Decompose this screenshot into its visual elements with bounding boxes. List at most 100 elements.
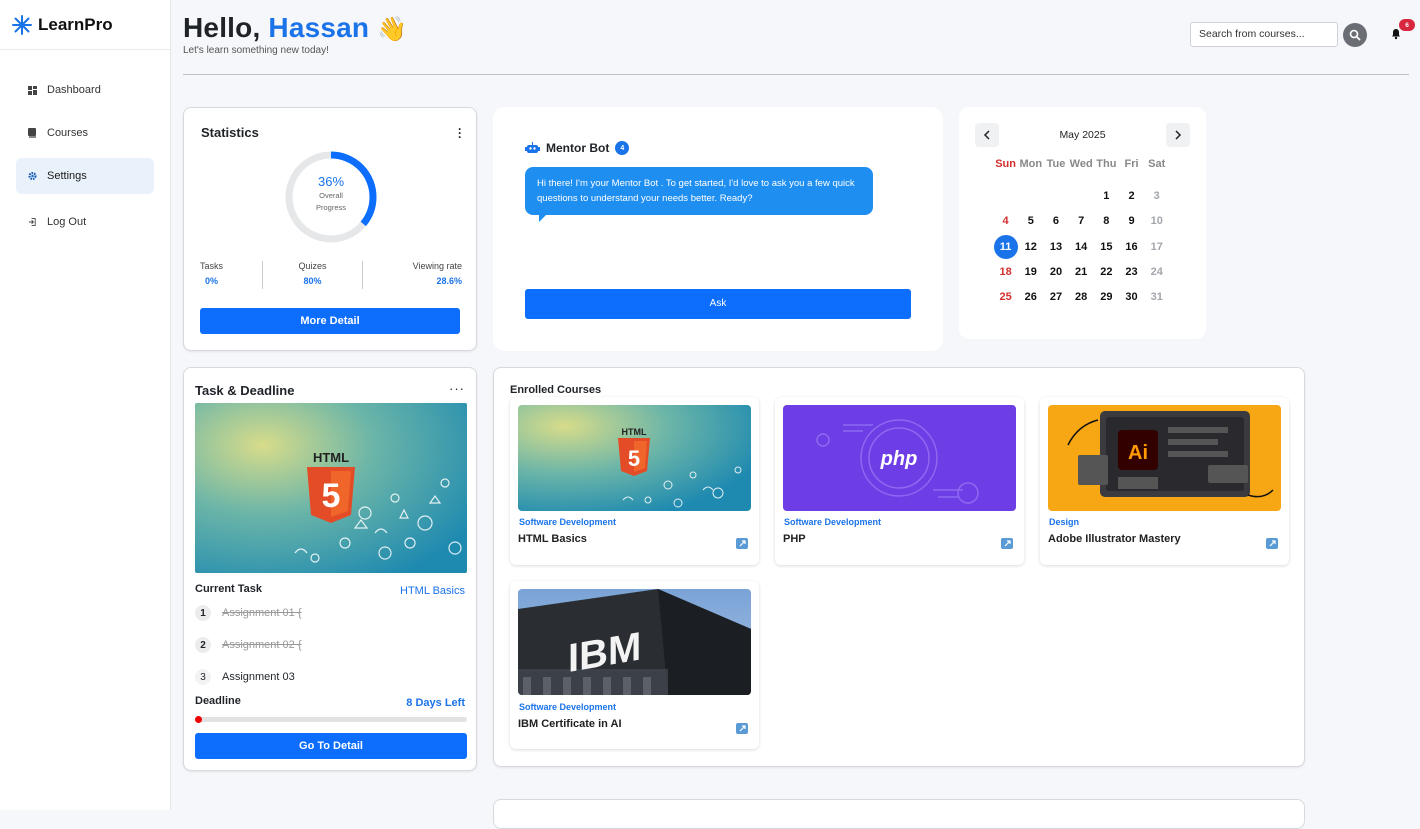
app-name: LearnPro xyxy=(38,14,113,34)
search-button[interactable] xyxy=(1343,23,1367,47)
calendar-day[interactable]: 23 xyxy=(1119,259,1144,284)
page-title: Hello, Hassan 👋 xyxy=(183,12,407,44)
course-card[interactable]: php Software Development PHP xyxy=(775,397,1024,565)
ask-button[interactable]: Ask xyxy=(525,289,911,319)
metric-value: 28.6% xyxy=(436,276,462,286)
calendar-day[interactable]: 24 xyxy=(1144,259,1169,284)
course-name: IBM Certificate in AI xyxy=(518,718,622,730)
svg-text:HTML: HTML xyxy=(313,450,349,465)
calendar-day[interactable]: 12 xyxy=(1018,234,1043,259)
calendar-card: May 2025 Sun Mon Tue Wed Thu Fri Sat 1 2 3 4 5 6 7 8 9 1… xyxy=(959,107,1206,339)
chevron-left-icon xyxy=(983,130,990,140)
task-title: Task & Deadline xyxy=(195,383,295,398)
calendar-day[interactable]: 28 xyxy=(1069,284,1094,309)
assignment-number: 2 xyxy=(195,637,211,653)
greeting-subtitle: Let's learn something new today! xyxy=(183,45,329,56)
external-link-icon[interactable] xyxy=(1266,538,1278,549)
chevron-right-icon xyxy=(1175,130,1182,140)
course-card[interactable]: HTML 5 Software Development HTML Basics xyxy=(510,397,759,565)
search-input[interactable]: Search from courses... xyxy=(1190,22,1338,47)
mentor-bot-title: Mentor Bot xyxy=(546,141,610,155)
assignment-number: 1 xyxy=(195,605,211,621)
calendar-day[interactable]: 8 xyxy=(1094,209,1119,234)
sidebar-item-label: Settings xyxy=(47,170,87,182)
weekday-header: Mon xyxy=(1019,158,1043,170)
main-content: Hello, Hassan 👋 Let's learn something ne… xyxy=(171,0,1420,829)
progress-caption: Overall Progress xyxy=(315,191,346,212)
progress-ring-label: 36% Overall Progress xyxy=(284,174,378,214)
calendar-day[interactable]: 19 xyxy=(1018,259,1043,284)
calendar-day[interactable]: 21 xyxy=(1069,259,1094,284)
course-name: HTML Basics xyxy=(518,533,587,545)
external-link-icon[interactable] xyxy=(736,723,748,734)
bell-icon[interactable] xyxy=(1390,28,1402,40)
calendar-day[interactable]: 5 xyxy=(1018,209,1043,234)
search-icon xyxy=(1349,29,1361,41)
assignment-item[interactable]: 1 Assignment 01 { xyxy=(195,605,302,621)
calendar-day[interactable]: 20 xyxy=(1043,259,1068,284)
sidebar-item-label: Log Out xyxy=(47,216,87,228)
calendar-day[interactable]: 7 xyxy=(1069,209,1094,234)
calendar-day[interactable]: 14 xyxy=(1069,234,1094,259)
course-category: Software Development xyxy=(784,517,882,527)
prev-month-button[interactable] xyxy=(975,123,999,147)
external-link-icon[interactable] xyxy=(1001,538,1013,549)
deadline-value: 8 Days Left xyxy=(406,697,465,709)
assignment-title: Assignment 01 { xyxy=(222,607,302,619)
calendar-day[interactable]: 11 xyxy=(993,234,1018,259)
bottom-card xyxy=(493,799,1305,829)
illustrator-course-image: Ai xyxy=(1048,405,1281,511)
wave-icon: 👋 xyxy=(377,16,408,43)
metric-value: 0% xyxy=(205,276,219,286)
calendar-day[interactable]: 22 xyxy=(1094,259,1119,284)
calendar-day[interactable]: 25 xyxy=(993,284,1018,309)
calendar-day[interactable]: 3 xyxy=(1144,183,1169,208)
mentor-bot-card: Mentor Bot 4 Hi there! I'm your Mentor B… xyxy=(493,107,943,351)
calendar-day[interactable]: 29 xyxy=(1094,284,1119,309)
go-to-detail-button[interactable]: Go To Detail xyxy=(195,733,467,759)
sidebar-item-courses[interactable]: Courses xyxy=(16,115,154,151)
calendar-day[interactable]: 31 xyxy=(1144,284,1169,309)
statistics-title: Statistics xyxy=(201,125,259,140)
calendar-day[interactable]: 16 xyxy=(1119,234,1144,259)
calendar-day[interactable]: 10 xyxy=(1144,209,1169,234)
deadline-progress-fill xyxy=(195,716,202,723)
sidebar-item-logout[interactable]: Log Out xyxy=(16,204,154,240)
external-link-icon[interactable] xyxy=(736,538,748,549)
svg-text:5: 5 xyxy=(628,446,640,471)
sidebar-nav: Dashboard Courses Settings Log Out xyxy=(0,50,170,269)
course-card[interactable]: IBM Software Development IBM Certificate… xyxy=(510,581,759,749)
ibm-course-image: IBM xyxy=(518,589,751,695)
calendar-day[interactable]: 15 xyxy=(1094,234,1119,259)
calendar-day[interactable]: 30 xyxy=(1119,284,1144,309)
calendar-day[interactable]: 1 xyxy=(1094,183,1119,208)
calendar-day[interactable]: 17 xyxy=(1144,234,1169,259)
weekday-header: Thu xyxy=(1096,158,1117,170)
calendar-day[interactable]: 13 xyxy=(1043,234,1068,259)
weekday-header: Tue xyxy=(1046,158,1066,170)
current-task-course-link[interactable]: HTML Basics xyxy=(400,585,465,597)
app-logo[interactable]: LearnPro xyxy=(0,0,170,50)
gear-icon xyxy=(28,171,37,181)
sidebar-item-dashboard[interactable]: Dashboard xyxy=(16,72,154,108)
calendar-day[interactable]: 2 xyxy=(1119,183,1144,208)
sidebar-item-settings[interactable]: Settings xyxy=(16,158,154,194)
progress-percent: 36% xyxy=(317,174,345,189)
course-card[interactable]: Ai Design Adobe Illustrator Mastery xyxy=(1040,397,1289,565)
assignment-item[interactable]: 2 Assignment 02 { xyxy=(195,637,302,653)
calendar-day[interactable]: 27 xyxy=(1043,284,1068,309)
next-month-button[interactable] xyxy=(1166,123,1190,147)
more-horizontal-icon[interactable]: ··· xyxy=(449,381,465,396)
more-vertical-icon[interactable]: · · · xyxy=(458,123,462,143)
calendar-day[interactable]: 18 xyxy=(993,259,1018,284)
more-detail-button[interactable]: More Detail xyxy=(200,308,460,334)
assignment-title: Assignment 02 { xyxy=(222,639,302,651)
calendar-day[interactable]: 9 xyxy=(1119,209,1144,234)
logout-icon xyxy=(28,217,37,227)
calendar-day[interactable]: 4 xyxy=(993,209,1018,234)
assignment-item[interactable]: 3 Assignment 03 xyxy=(195,669,295,685)
mentor-bot-header: Mentor Bot 4 xyxy=(525,141,630,155)
course-category: Software Development xyxy=(519,702,617,712)
calendar-day[interactable]: 26 xyxy=(1018,284,1043,309)
calendar-day[interactable]: 6 xyxy=(1043,209,1068,234)
